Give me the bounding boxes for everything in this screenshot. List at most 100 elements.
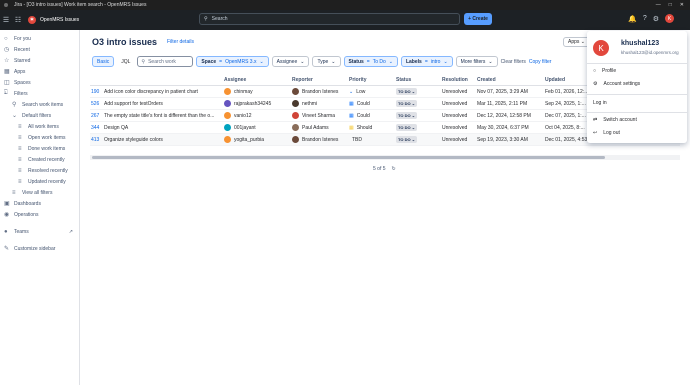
search-icon: ⚲ bbox=[141, 58, 146, 65]
sidebar-item-resolved-recently[interactable]: ≡ Resolved recently bbox=[0, 165, 79, 176]
status-badge[interactable]: TO DO ⌄ bbox=[396, 112, 418, 119]
profile-menu-item-profile[interactable]: ○ Profile bbox=[593, 68, 616, 74]
status-badge[interactable]: TO DO ⌄ bbox=[396, 136, 418, 143]
column-assignee[interactable]: Assignee bbox=[224, 77, 292, 83]
type-filter[interactable]: Type ⌄ bbox=[312, 56, 341, 67]
issue-summary[interactable]: Add support for testOrders bbox=[104, 101, 224, 107]
profile-menu-item-switch-account[interactable]: ⇄ Switch account bbox=[593, 117, 637, 123]
sidebar-item-dashboards[interactable]: ▣ Dashboards bbox=[0, 198, 79, 209]
sidebar-item-created-recently[interactable]: ≡ Created recently bbox=[0, 154, 79, 165]
reporter-cell[interactable]: Vineet Sharma bbox=[292, 112, 349, 119]
filter-details-link[interactable]: Filter details bbox=[167, 39, 194, 45]
sidebar-item-customize[interactable]: ✎ Customize sidebar bbox=[0, 243, 79, 254]
status-cell[interactable]: TO DO ⌄ bbox=[396, 112, 442, 119]
column-status[interactable]: Status bbox=[396, 77, 442, 83]
priority-cell[interactable]: ▦ Should bbox=[349, 125, 396, 131]
status-cell[interactable]: TO DO ⌄ bbox=[396, 124, 442, 131]
assignee-cell[interactable]: rajprakash34245 bbox=[224, 100, 292, 107]
minimize-icon[interactable]: — bbox=[656, 2, 661, 8]
column-priority[interactable]: Priority bbox=[349, 77, 396, 83]
sidebar-item-all-work-items[interactable]: ≡ All work items bbox=[0, 121, 79, 132]
maximize-icon[interactable]: □ bbox=[669, 2, 672, 8]
labels-filter-chip[interactable]: Labels = intro ⌄ bbox=[400, 56, 453, 67]
more-filters-button[interactable]: More filters ⌄ bbox=[455, 56, 498, 67]
basic-mode-button[interactable]: Basic bbox=[92, 56, 115, 67]
sidebar-item-default-filters[interactable]: ⌄ Default filters bbox=[0, 110, 79, 121]
assignee-cell[interactable]: vanio12 bbox=[224, 112, 292, 119]
notifications-icon[interactable]: 🔔 bbox=[628, 15, 637, 23]
sidebar-item-spaces[interactable]: ◫ Spaces bbox=[0, 77, 79, 88]
assignee-cell[interactable]: yogita_purbia bbox=[224, 136, 292, 143]
site-name[interactable]: OpenMRS Issues bbox=[40, 17, 79, 23]
status-badge[interactable]: TO DO ⌄ bbox=[396, 124, 418, 131]
openmrs-logo-icon[interactable]: ✶ bbox=[28, 16, 36, 24]
issue-key-link[interactable]: 526 bbox=[90, 101, 104, 107]
priority-cell[interactable]: TBD bbox=[349, 137, 396, 143]
profile-menu-item-account-settings[interactable]: ⚙ Account settings bbox=[593, 81, 640, 87]
issue-summary[interactable]: Add icon color discrepancy in patient ch… bbox=[104, 89, 224, 95]
close-icon[interactable]: ✕ bbox=[680, 2, 684, 8]
scrollbar-thumb[interactable] bbox=[92, 156, 605, 159]
profile-menu-item-log-in[interactable]: Log in bbox=[593, 100, 607, 106]
reporter-cell[interactable]: Paul Adams bbox=[292, 124, 349, 131]
issue-summary[interactable]: The empty state title's font is differen… bbox=[104, 113, 224, 119]
work-search-input[interactable]: ⚲ Search work bbox=[137, 56, 194, 67]
priority-cell[interactable]: ▦ Could bbox=[349, 113, 396, 119]
jql-mode-button[interactable]: JQL bbox=[117, 56, 134, 67]
sidebar-item-operations[interactable]: ◉ Operations bbox=[0, 209, 79, 220]
issue-key-link[interactable]: 267 bbox=[90, 113, 104, 119]
profile-avatar[interactable]: K bbox=[665, 14, 674, 23]
horizontal-scrollbar[interactable] bbox=[90, 155, 680, 160]
sidebar-item-done-work-items[interactable]: ≡ Done work items bbox=[0, 143, 79, 154]
sidebar-item-for-you[interactable]: ○ For you bbox=[0, 33, 79, 44]
app-switcher-icon[interactable]: ☷ bbox=[12, 14, 24, 26]
assignee-cell[interactable]: 001jayant bbox=[224, 124, 292, 131]
star-icon[interactable]: ☆ bbox=[151, 38, 157, 46]
switch-icon: ⇄ bbox=[593, 117, 598, 123]
column-reporter[interactable]: Reporter bbox=[292, 77, 349, 83]
assignee-filter[interactable]: Assignee ⌄ bbox=[271, 56, 310, 67]
issue-summary[interactable]: Design QA bbox=[104, 125, 224, 131]
assignee-cell[interactable]: chinmay bbox=[224, 88, 292, 95]
sidebar-item-teams[interactable]: ● Teams ↗ bbox=[0, 226, 79, 237]
refresh-icon[interactable]: ↻ bbox=[392, 166, 396, 172]
sidebar-item-search-work-items[interactable]: ⚲ Search work items bbox=[0, 99, 79, 110]
column-created[interactable]: Created bbox=[477, 77, 545, 83]
issue-key-link[interactable]: 413 bbox=[90, 137, 104, 143]
issue-key-link[interactable]: 344 bbox=[90, 125, 104, 131]
clear-filters-button[interactable]: Clear filters bbox=[501, 59, 526, 65]
sidebar-item-filters[interactable]: ⍗ Filters bbox=[0, 88, 79, 99]
apps-button[interactable]: Apps ⌄ bbox=[563, 37, 590, 47]
settings-gear-icon[interactable]: ⚙ bbox=[653, 15, 659, 23]
help-icon[interactable]: ? bbox=[643, 15, 647, 22]
issue-key-link[interactable]: 190 bbox=[90, 89, 104, 95]
search-icon: ⚲ bbox=[204, 16, 208, 22]
create-button[interactable]: + Create bbox=[464, 13, 492, 25]
sidebar-item-updated-recently[interactable]: ≡ Updated recently bbox=[0, 176, 79, 187]
status-badge[interactable]: TO DO ⌄ bbox=[396, 100, 418, 107]
reporter-cell[interactable]: Brandon Istenes bbox=[292, 136, 349, 143]
copy-filter-link[interactable]: Copy filter bbox=[529, 59, 552, 65]
sidebar-toggle-icon[interactable]: ☰ bbox=[0, 14, 12, 26]
status-cell[interactable]: TO DO ⌄ bbox=[396, 136, 442, 143]
sidebar-item-open-work-items[interactable]: ≡ Open work items bbox=[0, 132, 79, 143]
sidebar-item-apps[interactable]: ▦ Apps bbox=[0, 66, 79, 77]
global-search-input[interactable]: ⚲ Search bbox=[199, 13, 460, 25]
sidebar-item-view-all-filters[interactable]: ≡ View all filters bbox=[0, 187, 79, 198]
priority-cell[interactable]: ▦ Could bbox=[349, 101, 396, 107]
status-cell[interactable]: TO DO ⌄ bbox=[396, 100, 442, 107]
avatar bbox=[292, 112, 299, 119]
status-filter-chip[interactable]: Status = To Do ⌄ bbox=[343, 56, 398, 67]
sidebar-item-recent[interactable]: ◷ Recent bbox=[0, 44, 79, 55]
window-menu-icon[interactable] bbox=[4, 3, 8, 7]
profile-menu-item-log-out[interactable]: ↩ Log out bbox=[593, 130, 620, 136]
issue-summary[interactable]: Organize styleguide colors bbox=[104, 137, 224, 143]
status-badge[interactable]: TO DO ⌄ bbox=[396, 88, 418, 95]
column-resolution[interactable]: Resolution bbox=[442, 77, 477, 83]
reporter-cell[interactable]: nethmi bbox=[292, 100, 349, 107]
space-filter-chip[interactable]: Space = OpenMRS 3.x ⌄ bbox=[196, 56, 269, 67]
reporter-cell[interactable]: Brandon Istenes bbox=[292, 88, 349, 95]
sidebar-item-starred[interactable]: ☆ Starred bbox=[0, 55, 79, 66]
status-cell[interactable]: TO DO ⌄ bbox=[396, 88, 442, 95]
priority-cell[interactable]: ⌄ Low bbox=[349, 89, 396, 95]
